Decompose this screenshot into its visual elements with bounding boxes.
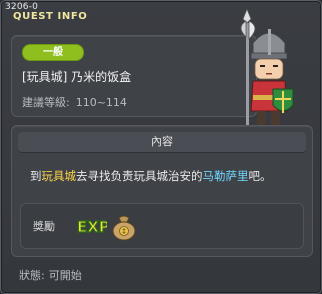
desc-part1: 到 — [30, 169, 42, 183]
quest-status: 狀態: 可開始 — [19, 267, 86, 283]
guard-npc-icon — [240, 9, 294, 141]
reward-box: 獎勵 EXP — [20, 203, 304, 249]
exp-icon[interactable]: EXP — [75, 216, 107, 236]
npc-link[interactable]: 马勒萨里 — [203, 169, 249, 183]
quest-name: [玩具城] 乃米的饭盒 — [22, 70, 132, 84]
level-label: 建議等級: — [22, 96, 70, 109]
reward-label: 獎勵 — [33, 220, 55, 233]
category-badge: 一般 — [22, 44, 84, 61]
quest-description: 到玩具城去寻找负责玩具城治安的马勒萨里吧。 — [30, 168, 272, 184]
recommended-level: 建議等級: 110~114 — [22, 94, 133, 110]
desc-part3: 吧。 — [248, 169, 272, 183]
money-bag-icon[interactable] — [109, 212, 139, 242]
content-header: 內容 — [18, 132, 306, 153]
level-range: 110~114 — [75, 96, 127, 109]
location-link[interactable]: 玩具城 — [42, 169, 77, 183]
quest-content-panel: 內容 到玩具城去寻找负责玩具城治安的马勒萨里吧。 獎勵 EXP — [11, 125, 313, 257]
window-title: QUEST INFO — [13, 11, 88, 22]
desc-part2: 去寻找负责玩具城治安的 — [76, 169, 203, 183]
quest-summary-panel: 一般 [玩具城] 乃米的饭盒 建議等級: 110~114 — [11, 35, 257, 117]
status-label: 狀態: — [19, 269, 45, 282]
exp-text: EXP — [77, 218, 107, 236]
quest-info-window: 3206-0 QUEST INFO 一般 [玩具城] 乃米的饭盒 建議等級: 11… — [0, 0, 322, 294]
status-value: 可開始 — [48, 269, 82, 282]
